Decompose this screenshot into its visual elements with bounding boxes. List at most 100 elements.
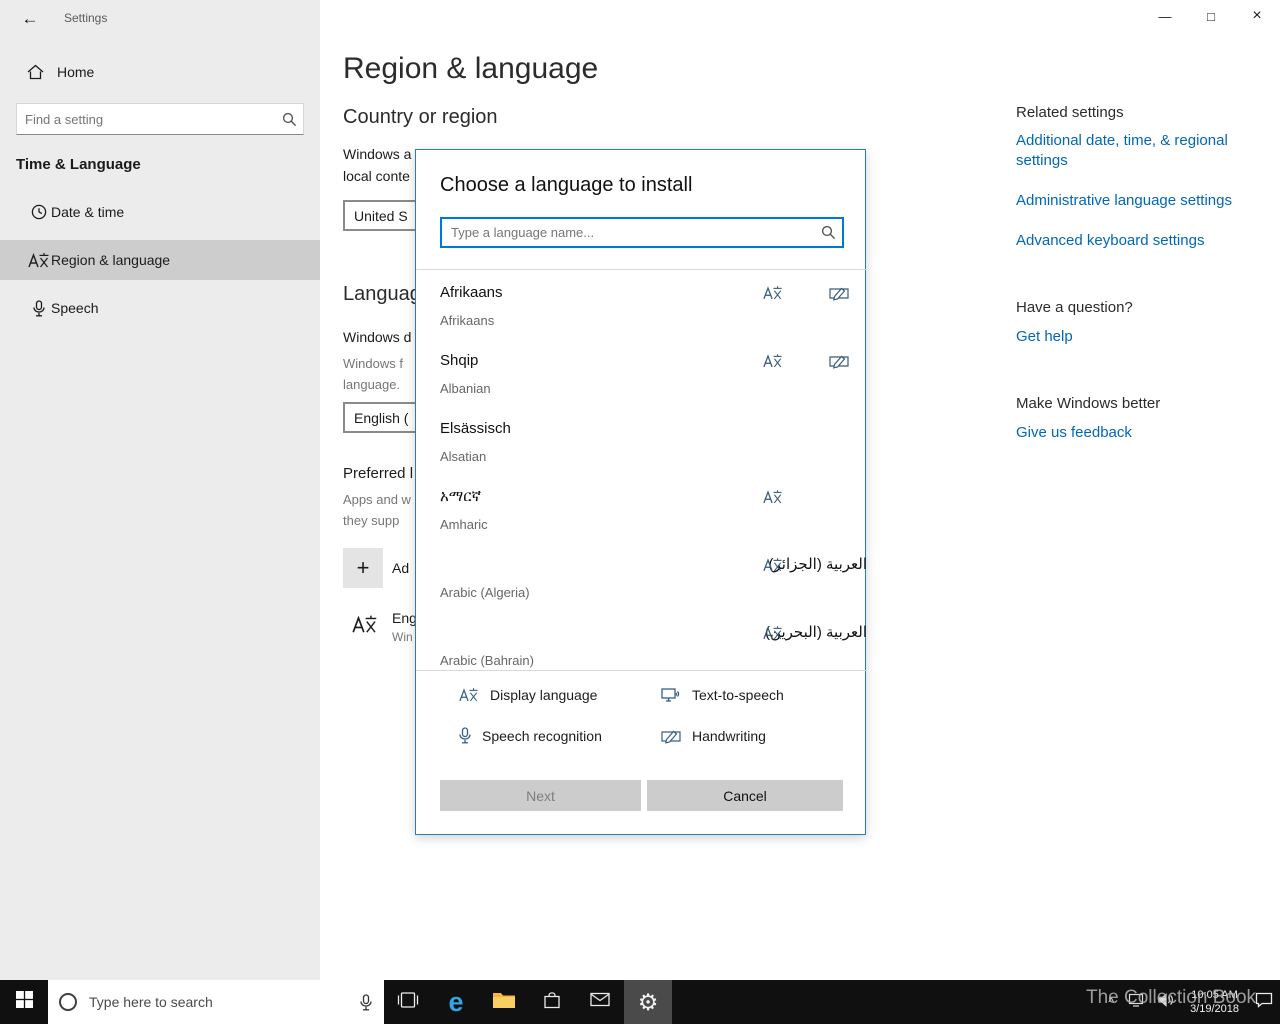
sidebar-item-label: Speech [51,300,99,316]
next-button[interactable]: Next [440,780,641,811]
language-english-name: Albanian [440,381,491,396]
sidebar-item-label: Date & time [51,204,125,220]
plus-icon: + [343,548,383,588]
give-feedback-link[interactable]: Give us feedback [1016,423,1240,443]
cancel-button[interactable]: Cancel [647,780,843,811]
display-language-icon [459,687,479,703]
language-native-name: العربية (الجزائر) [768,556,867,573]
microphone-icon [459,727,471,744]
mail-button[interactable] [576,980,624,1024]
folder-icon [492,991,516,1014]
taskbar-clock[interactable]: 10:05 AM 3/19/2018 [1181,988,1248,1016]
page-title: Region & language [343,52,599,85]
preferred-desc-line2: they supp [343,513,400,528]
minimize-icon: — [1158,8,1172,24]
link-advanced-keyboard-settings[interactable]: Advanced keyboard settings [1016,231,1240,251]
task-view-button[interactable] [384,980,432,1024]
microphone-icon[interactable] [360,993,372,1011]
taskbar-search-box[interactable]: Type here to search [48,980,384,1024]
get-help-link[interactable]: Get help [1016,327,1240,347]
sidebar-item-speech[interactable]: Speech [0,288,320,328]
task-view-icon [397,991,419,1013]
language-list: Afrikaans Afrikaans Shqip Albanian Elsäs… [416,269,867,670]
maximize-button[interactable]: □ [1188,0,1234,32]
add-language-dialog: Choose a language to install Afrikaans A… [415,149,867,835]
legend-speech-recognition: Speech recognition [459,727,661,744]
close-button[interactable]: × [1234,0,1280,32]
file-explorer-button[interactable] [480,980,528,1024]
back-button[interactable]: ← [14,6,46,32]
sidebar-item-date-time[interactable]: Date & time [0,192,320,232]
network-tray-button[interactable] [1121,980,1151,1024]
display-language-label: Windows d [343,329,412,345]
language-list-item-amharic[interactable]: አማርኛ Amharic [416,474,867,542]
taskbar: Type here to search e ⚙ ^ 10:05 AM 3/19/… [0,980,1280,1024]
language-english-name: Arabic (Algeria) [440,585,530,600]
display-language-value: English ( [354,409,409,426]
legend-handwriting: Handwriting [661,727,867,744]
make-windows-better-heading: Make Windows better [1016,395,1161,412]
sidebar-item-home[interactable]: Home [0,54,320,90]
link-administrative-language-settings[interactable]: Administrative language settings [1016,191,1240,211]
sidebar-item-region-language[interactable]: Region & language [0,240,320,280]
edge-button[interactable]: e [432,980,480,1024]
display-language-desc-line2: language. [343,377,401,392]
language-english-name: Afrikaans [440,313,495,328]
window-controls: — □ × [1142,0,1280,32]
taskbar-search-placeholder: Type here to search [89,994,213,1010]
hidden-icons-button[interactable]: ^ [1101,980,1121,1024]
legend-label: Handwriting [692,727,766,744]
handwriting-icon [829,353,849,374]
language-search-box[interactable] [440,217,844,248]
edge-icon: e [448,986,464,1017]
search-icon [275,112,303,127]
action-center-icon [1255,992,1273,1013]
system-tray: ^ 10:05 AM 3/19/2018 [1101,980,1280,1024]
settings-taskbar-button[interactable]: ⚙ [624,980,672,1024]
language-list-item-elsassisch[interactable]: Elsässisch Alsatian [416,406,867,474]
find-a-setting-input[interactable] [17,111,275,127]
app-title: Settings [64,11,108,25]
gear-icon: ⚙ [637,988,659,1015]
volume-tray-button[interactable] [1151,980,1181,1024]
store-button[interactable] [528,980,576,1024]
language-english-name: Amharic [440,517,488,532]
language-list-item-arabic-algeria[interactable]: العربية (الجزائر) Arabic (Algeria) [416,542,867,610]
legend-display-language: Display language [459,687,661,703]
add-language-button[interactable]: + Ad [343,548,409,588]
language-search-input[interactable] [442,225,814,240]
find-a-setting-search[interactable] [16,103,304,135]
installed-language-name: Eng [392,610,417,626]
link-additional-settings[interactable]: Additional date, time, & regional settin… [1016,131,1240,171]
microphone-icon [27,299,51,317]
chevron-up-icon: ^ [1108,995,1115,1009]
clock-date: 3/19/2018 [1190,1003,1239,1015]
language-characters-icon [27,252,51,269]
country-dropdown-value: United S [354,207,408,224]
related-settings-heading: Related settings [1016,104,1124,121]
maximize-icon: □ [1207,8,1215,24]
handwriting-icon [661,728,681,744]
language-list-item-shqip[interactable]: Shqip Albanian [416,338,867,406]
sidebar-section-title: Time & Language [16,156,141,173]
language-list-item-arabic-bahrain[interactable]: العربية (البحرين) Arabic (Bahrain) [416,610,867,670]
language-native-name: العربية (البحرين) [765,624,867,641]
start-button[interactable] [0,980,48,1024]
country-description-line1: Windows a [343,146,412,162]
language-list-item-afrikaans[interactable]: Afrikaans Afrikaans [416,270,867,338]
display-language-icon [763,285,783,306]
add-language-label: Ad [392,560,410,576]
speaker-icon [1158,992,1174,1012]
legend-text-to-speech: Text-to-speech [661,687,867,703]
minimize-button[interactable]: — [1142,0,1188,32]
settings-window: ← Settings Home Time & Language Date & t… [0,0,1280,1024]
action-center-button[interactable] [1248,980,1280,1024]
settings-sidebar: ← Settings Home Time & Language Date & t… [0,0,320,980]
clock-icon [27,204,51,220]
language-english-name: Alsatian [440,449,487,464]
display-language-icon [352,614,378,656]
language-heading: Languag [343,283,421,305]
network-icon [1128,993,1144,1012]
country-description-line2: local conte [343,168,410,184]
legend-label: Display language [490,687,598,703]
